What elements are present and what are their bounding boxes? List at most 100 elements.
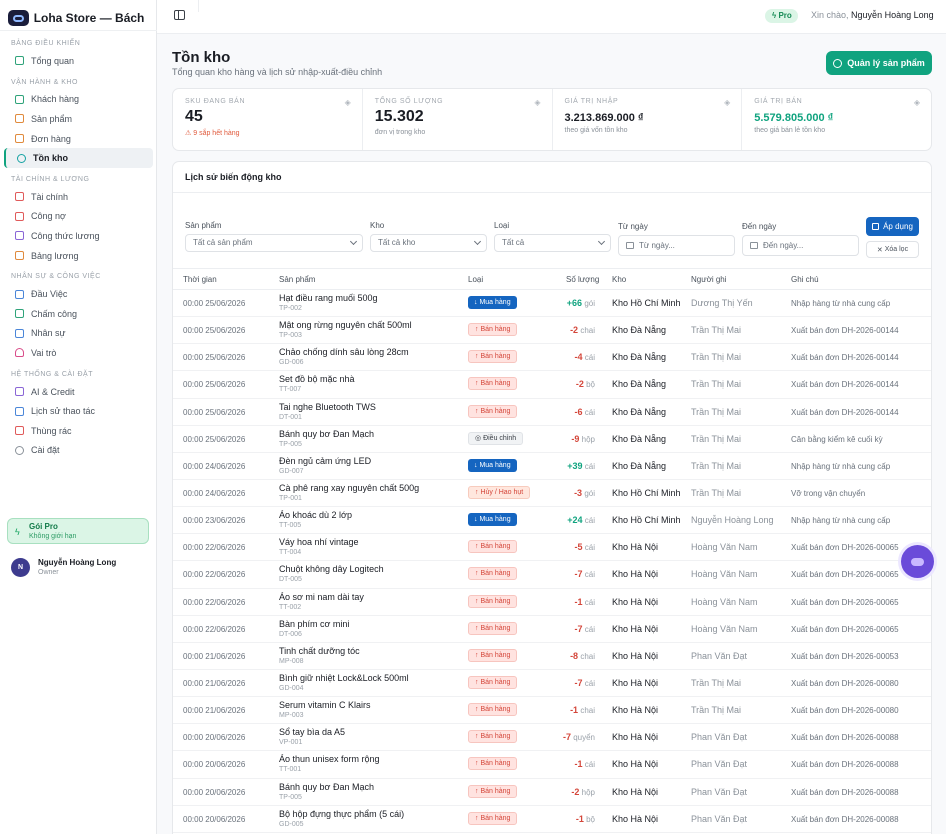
plan-card[interactable]: ϟ Gói Pro Không giới hạn <box>7 518 149 544</box>
row-sku: TT-002 <box>279 603 302 611</box>
row-type-badge: ↑ Bán hàng <box>468 811 518 825</box>
row-product-name[interactable]: Hạt điều rang muối 500g <box>279 293 378 304</box>
sidebar-item[interactable]: Tồn kho <box>4 148 153 168</box>
row-product-name[interactable]: Áo sơ mi nam dài tay <box>279 592 364 603</box>
sidebar-toggle-icon[interactable] <box>174 10 185 20</box>
table-row[interactable]: 00:00 21/06/2026 Serum vitamin C Klairs MP… <box>173 697 931 725</box>
sidebar-item-label: Tổng quan <box>31 55 75 66</box>
table-row[interactable]: 00:00 25/06/2026 Set đồ bộ mặc nhà TT-007 ↑… <box>173 371 931 399</box>
sidebar-item[interactable]: Tổng quan <box>4 51 153 71</box>
row-product-name[interactable]: Tai nghe Bluetooth TWS <box>279 402 376 413</box>
sidebar-item[interactable]: Vai trò <box>4 343 153 363</box>
sidebar-item[interactable]: Sản phẩm <box>4 109 153 129</box>
row-product-name[interactable]: Váy hoa nhí vintage <box>279 537 359 548</box>
table-row[interactable]: 00:00 22/06/2026 Bàn phím cơ mini DT-006 ↑ … <box>173 616 931 643</box>
table-row[interactable]: 00:00 20/06/2026 Sổ tay bìa da A5 VP-001 ↑ … <box>173 724 931 752</box>
col-warehouse[interactable]: Kho <box>612 275 626 284</box>
stat-label: SKU ĐANG BÁN <box>185 98 246 105</box>
row-type-badge: ↑ Bán hàng <box>468 621 518 635</box>
page-subtitle: Tổng quan kho hàng và lịch sử nhập-xuất-… <box>172 67 383 77</box>
row-product-name[interactable]: Bánh quy bơ Đan Mạch <box>279 782 374 793</box>
row-product-name[interactable]: Chảo chống dính sâu lòng 28cm <box>279 347 409 358</box>
nav-section-title: VẬN HÀNH & KHO <box>11 78 78 86</box>
row-product-name[interactable]: Set đồ bộ mặc nhà <box>279 374 355 385</box>
clear-filter-button[interactable]: ✕ Xóa lọc <box>866 241 919 258</box>
row-warehouse: Kho Hà Nội <box>612 759 659 770</box>
row-warehouse: Kho Đà Nẵng <box>612 325 667 336</box>
row-product-name[interactable]: Bộ hộp đựng thực phẩm (5 cái) <box>279 809 404 820</box>
sidebar-item[interactable]: Khách hàng <box>4 90 153 110</box>
row-product-name[interactable]: Bánh quy bơ Đan Mạch <box>279 429 374 440</box>
filter-warehouse-select[interactable]: Tất cả kho <box>370 234 487 252</box>
row-product-name[interactable]: Mật ong rừng nguyên chất 500ml <box>279 320 412 331</box>
sidebar-item[interactable]: Tài chính <box>4 187 153 207</box>
filter-product-select[interactable]: Tất cả sản phẩm <box>185 234 363 252</box>
table-row[interactable]: 00:00 25/06/2026 Chảo chống dính sâu lòng… <box>173 344 931 372</box>
col-note[interactable]: Ghi chú <box>791 275 819 284</box>
row-product-name[interactable]: Serum vitamin C Klairs <box>279 700 371 711</box>
row-type-badge: ↑ Bán hàng <box>468 730 518 744</box>
people-icon <box>15 328 24 338</box>
row-product-name[interactable]: Chuột không dây Logitech <box>279 564 384 575</box>
table-row[interactable]: 00:00 20/06/2026 Áo thun unisex form rộng… <box>173 751 931 779</box>
table-row[interactable]: 00:00 22/06/2026 Áo sơ mi nam dài tay TT-0… <box>173 589 931 616</box>
table-row[interactable]: 00:00 21/06/2026 Tinh chất dưỡng tóc MP-00… <box>173 643 931 670</box>
sidebar-item[interactable]: Thùng rác <box>4 421 153 441</box>
row-recorder: Phan Văn Đạt <box>691 650 748 661</box>
row-recorder: Trần Thị Mai <box>691 487 742 498</box>
sidebar-item[interactable]: Công thức lương <box>4 226 153 246</box>
row-note: Xuất bán đơn DH-2026-00088 <box>791 733 899 743</box>
row-quantity: -2 bộ <box>575 379 595 390</box>
manage-products-button[interactable]: Quản lý sản phẩm <box>826 51 932 75</box>
row-product-name[interactable]: Áo thun unisex form rộng <box>279 754 380 765</box>
row-time: 00:00 20/06/2026 <box>183 760 246 770</box>
col-product[interactable]: Sản phẩm <box>279 275 315 284</box>
sidebar-item[interactable]: Nhân sự <box>4 324 153 344</box>
table-row[interactable]: 00:00 25/06/2026 Bánh quy bơ Đan Mạch TP-0… <box>173 426 931 453</box>
row-product-name[interactable]: Sổ tay bìa da A5 <box>279 727 345 738</box>
sidebar-item[interactable]: Đầu Việc <box>4 284 153 304</box>
row-product-name[interactable]: Đèn ngủ cảm ứng LED <box>279 456 371 467</box>
row-warehouse: Kho Đà Nẵng <box>612 433 667 444</box>
col-quantity[interactable]: Số lượng <box>566 275 599 284</box>
filter-from-date-input[interactable]: Từ ngày... <box>618 235 735 256</box>
table-row[interactable]: 00:00 24/06/2026 Đèn ngủ cảm ứng LED GD-00… <box>173 453 931 480</box>
sidebar-item[interactable]: Lịch sử thao tác <box>4 401 153 421</box>
apply-filter-button[interactable]: Áp dụng <box>866 217 919 236</box>
row-product-name[interactable]: Bàn phím cơ mini <box>279 619 349 630</box>
table-row[interactable]: 00:00 22/06/2026 Chuột không dây Logitech… <box>173 561 931 589</box>
user-profile[interactable]: N Nguyễn Hoàng Long Owner <box>11 558 116 577</box>
sidebar-item[interactable]: Đơn hàng <box>4 129 153 149</box>
row-recorder: Phan Văn Đạt <box>691 759 748 770</box>
table-row[interactable]: 00:00 25/06/2026 Hạt điều rang muối 500g T… <box>173 290 931 318</box>
sidebar-item[interactable]: Chấm công <box>4 304 153 324</box>
sidebar-item[interactable]: Cài đặt <box>4 441 153 461</box>
col-type[interactable]: Loại <box>468 275 483 284</box>
sidebar-item[interactable]: Công nợ <box>4 207 153 227</box>
table-row[interactable]: 00:00 25/06/2026 Mật ong rừng nguyên chất… <box>173 317 931 345</box>
task-icon <box>15 289 24 299</box>
filter-to-date-input[interactable]: Đến ngày... <box>742 235 859 256</box>
col-time[interactable]: Thời gian <box>183 275 217 284</box>
table-row[interactable]: 00:00 23/06/2026 Áo khoác dù 2 lớp TT-005 ↓… <box>173 507 931 535</box>
filter-type-select[interactable]: Tất cả <box>494 234 611 252</box>
row-product-name[interactable]: Tinh chất dưỡng tóc <box>279 646 360 657</box>
row-product-name[interactable]: Bình giữ nhiệt Lock&Lock 500ml <box>279 673 409 684</box>
row-product-name[interactable]: Cà phê rang xay nguyên chất 500g <box>279 483 419 494</box>
table-row[interactable]: 00:00 21/06/2026 Bình giữ nhiệt Lock&Lock… <box>173 670 931 698</box>
sidebar-item[interactable]: AI & Credit <box>4 382 153 402</box>
table-row[interactable]: 00:00 20/06/2026 Bộ hộp đựng thực phẩm (5… <box>173 806 931 833</box>
ai-assistant-button[interactable] <box>901 545 934 578</box>
brand[interactable]: Loha Store — Bách hóa ... <box>0 0 156 30</box>
row-warehouse: Kho Hà Nội <box>612 732 659 743</box>
table-row[interactable]: 00:00 20/06/2026 Bánh quy bơ Đan Mạch TP-0… <box>173 779 931 806</box>
greeting-user-name[interactable]: Nguyễn Hoàng Long <box>851 10 934 20</box>
table-row[interactable]: 00:00 24/06/2026 Cà phê rang xay nguyên c… <box>173 480 931 508</box>
row-product-name[interactable]: Áo khoác dù 2 lớp <box>279 510 352 521</box>
col-recorder[interactable]: Người ghi <box>691 275 727 284</box>
row-note: Xuất bán đơn DH-2026-00088 <box>791 787 899 797</box>
table-row[interactable]: 00:00 25/06/2026 Tai nghe Bluetooth TWS DT… <box>173 399 931 426</box>
sidebar-item[interactable]: Bảng lương <box>4 246 153 266</box>
table-header: Thời gian Sản phẩm Loại Số lượng Kho Ngư… <box>173 268 931 290</box>
table-row[interactable]: 00:00 22/06/2026 Váy hoa nhí vintage TT-00… <box>173 534 931 562</box>
